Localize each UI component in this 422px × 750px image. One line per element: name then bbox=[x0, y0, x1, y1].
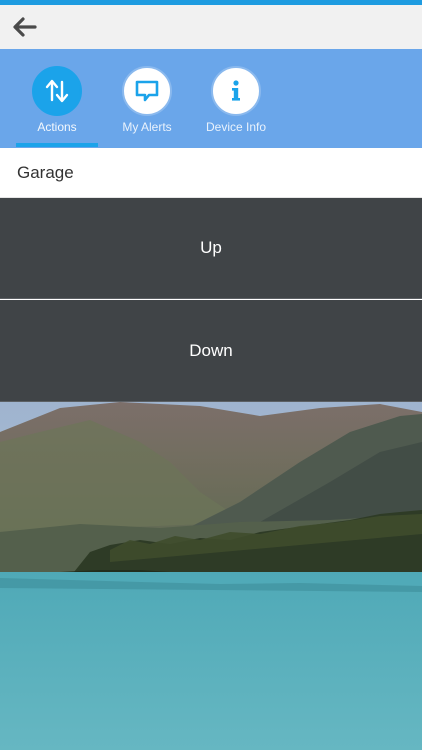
down-button[interactable]: Down bbox=[0, 300, 422, 402]
up-button-label: Up bbox=[200, 238, 222, 257]
tab-device-info-icon-circle bbox=[211, 66, 261, 116]
background-landscape-image bbox=[0, 402, 422, 750]
tab-device-info-label: Device Info bbox=[205, 120, 267, 134]
tab-actions[interactable]: Actions bbox=[14, 49, 100, 148]
arrow-left-icon bbox=[13, 17, 37, 37]
mountain-lake-scene bbox=[0, 402, 422, 750]
tab-actions-icon-circle bbox=[32, 66, 82, 116]
up-button[interactable]: Up bbox=[0, 198, 422, 299]
back-button[interactable] bbox=[8, 13, 42, 41]
info-icon bbox=[232, 80, 240, 101]
down-button-label: Down bbox=[189, 340, 233, 360]
tab-my-alerts-label: My Alerts bbox=[122, 120, 172, 134]
active-tab-indicator bbox=[16, 143, 98, 147]
up-down-arrows-icon bbox=[45, 79, 69, 103]
speech-bubble-icon bbox=[135, 80, 159, 102]
tab-my-alerts[interactable]: My Alerts bbox=[104, 49, 190, 148]
device-header: Garage bbox=[0, 148, 422, 198]
tab-my-alerts-icon-circle bbox=[122, 66, 172, 116]
tab-bar: Actions My Alerts Device Info bbox=[0, 49, 422, 148]
tab-actions-label: Actions bbox=[37, 120, 77, 134]
top-toolbar bbox=[0, 5, 422, 49]
device-name: Garage bbox=[17, 163, 74, 182]
tab-device-info[interactable]: Device Info bbox=[193, 49, 279, 148]
